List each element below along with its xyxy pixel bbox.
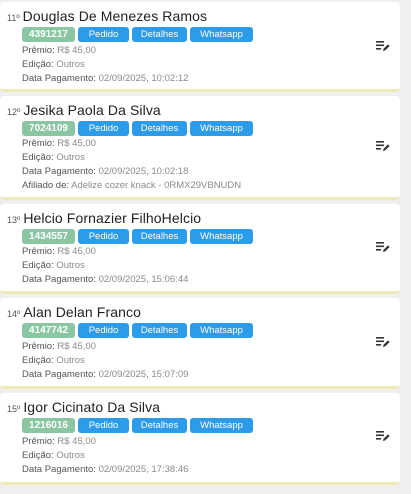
premio-line: Prêmio: R$ 45,00 [22, 137, 96, 151]
winner-name: Igor Cicinato Da Silva [23, 399, 161, 415]
premio-label: Prêmio: [22, 138, 55, 149]
pedido-button[interactable]: Pedido [78, 121, 129, 136]
premio-line: Prêmio: R$ 45,00 [22, 435, 96, 449]
ticket-code-badge: 4391217 [22, 27, 75, 42]
whatsapp-button[interactable]: Whatsapp [190, 323, 253, 338]
winner-card: 11º Douglas De Menezes Ramos 4391217 Ped… [0, 2, 400, 92]
edit-list-icon[interactable] [376, 430, 390, 442]
afiliado-label: Afiliado de: [22, 180, 70, 191]
ticket-code-badge: 7024109 [22, 121, 75, 136]
whatsapp-button[interactable]: Whatsapp [190, 121, 253, 136]
winner-name: Alan Delan Franco [23, 304, 141, 320]
premio-label: Prêmio: [22, 246, 55, 257]
data-pagamento-value: 02/09/2025, 10:02:12 [98, 73, 189, 84]
data-pagamento-value: 02/09/2025, 10:02:18 [98, 166, 189, 177]
edit-list-icon[interactable] [376, 336, 390, 348]
pedido-button[interactable]: Pedido [78, 418, 129, 433]
afiliado-line: Afiliado de: Adelize cozer knack - 0RMX2… [22, 179, 241, 193]
card-title: 14º Alan Delan Franco [7, 304, 141, 320]
data-pagamento-value: 02/09/2025, 17:38:46 [98, 464, 189, 475]
data-pagamento-line: Data Pagamento: 02/09/2025, 15:07:09 [22, 368, 188, 382]
edicao-value: Outros [56, 355, 85, 366]
data-pagamento-label: Data Pagamento: [22, 369, 96, 380]
winner-card: 13º Helcio Fornazier FilhoHelcio 1434557… [0, 204, 400, 294]
premio-value: R$ 45,00 [57, 138, 96, 149]
ticket-code-badge: 1216016 [22, 418, 75, 433]
card-title: 13º Helcio Fornazier FilhoHelcio [7, 210, 201, 226]
data-pagamento-label: Data Pagamento: [22, 73, 96, 84]
premio-label: Prêmio: [22, 45, 55, 56]
data-pagamento-label: Data Pagamento: [22, 274, 96, 285]
whatsapp-button[interactable]: Whatsapp [190, 418, 253, 433]
edit-list-icon[interactable] [376, 140, 390, 152]
ticket-code-badge: 1434557 [22, 229, 75, 244]
premio-line: Prêmio: R$ 45,00 [22, 44, 96, 58]
action-row: 1216016 Pedido Detalhes Whatsapp [22, 418, 253, 433]
winners-list: 11º Douglas De Menezes Ramos 4391217 Ped… [0, 0, 411, 494]
data-pagamento-value: 02/09/2025, 15:06:44 [98, 274, 189, 285]
detalhes-button[interactable]: Detalhes [132, 121, 187, 136]
edicao-value: Outros [56, 59, 85, 70]
edicao-label: Edição: [22, 152, 54, 163]
action-row: 7024109 Pedido Detalhes Whatsapp [22, 121, 253, 136]
whatsapp-button[interactable]: Whatsapp [190, 229, 253, 244]
detalhes-button[interactable]: Detalhes [132, 27, 187, 42]
winner-card: 14º Alan Delan Franco 4147742 Pedido Det… [0, 298, 400, 389]
action-row: 4147742 Pedido Detalhes Whatsapp [22, 323, 253, 338]
pedido-button[interactable]: Pedido [78, 27, 129, 42]
pedido-button[interactable]: Pedido [78, 229, 129, 244]
premio-line: Prêmio: R$ 45,00 [22, 340, 96, 354]
data-pagamento-line: Data Pagamento: 02/09/2025, 10:02:18 [22, 165, 188, 179]
detalhes-button[interactable]: Detalhes [132, 418, 187, 433]
action-row: 4391217 Pedido Detalhes Whatsapp [22, 27, 253, 42]
detalhes-button[interactable]: Detalhes [132, 229, 187, 244]
premio-value: R$ 45,00 [57, 45, 96, 56]
edicao-line: Edição: Outros [22, 58, 85, 72]
rank-number: 11º [7, 13, 20, 23]
card-title: 12º Jesika Paola Da Silva [7, 102, 161, 118]
data-pagamento-label: Data Pagamento: [22, 464, 96, 475]
premio-value: R$ 45,00 [57, 436, 96, 447]
edicao-line: Edição: Outros [22, 151, 85, 165]
edicao-value: Outros [56, 260, 85, 271]
premio-line: Prêmio: R$ 45,00 [22, 245, 96, 259]
winner-card: 15º Igor Cicinato Da Silva 1216016 Pedid… [0, 393, 400, 485]
card-title: 11º Douglas De Menezes Ramos [7, 8, 207, 24]
edicao-value: Outros [56, 152, 85, 163]
data-pagamento-line: Data Pagamento: 02/09/2025, 15:06:44 [22, 273, 188, 287]
edicao-line: Edição: Outros [22, 259, 85, 273]
whatsapp-button[interactable]: Whatsapp [190, 27, 253, 42]
edicao-line: Edição: Outros [22, 354, 85, 368]
edit-list-icon[interactable] [376, 40, 390, 52]
pedido-button[interactable]: Pedido [78, 323, 129, 338]
winner-card: 12º Jesika Paola Da Silva 7024109 Pedido… [0, 96, 400, 200]
data-pagamento-label: Data Pagamento: [22, 166, 96, 177]
rank-number: 13º [7, 215, 21, 225]
edicao-value: Outros [56, 450, 85, 461]
card-title: 15º Igor Cicinato Da Silva [7, 399, 160, 415]
rank-number: 14º [7, 309, 21, 319]
premio-value: R$ 45,00 [57, 246, 96, 257]
edicao-line: Edição: Outros [22, 449, 85, 463]
edicao-label: Edição: [22, 355, 54, 366]
premio-value: R$ 45,00 [57, 341, 96, 352]
ticket-code-badge: 4147742 [22, 323, 75, 338]
afiliado-value: Adelize cozer knack - 0RMX29VBNUDN [71, 180, 242, 191]
action-row: 1434557 Pedido Detalhes Whatsapp [22, 229, 253, 244]
edicao-label: Edição: [22, 260, 54, 271]
edit-list-icon[interactable] [376, 241, 390, 253]
rank-number: 12º [7, 107, 21, 117]
winner-name: Helcio Fornazier FilhoHelcio [23, 210, 202, 226]
rank-number: 15º [7, 404, 21, 414]
detalhes-button[interactable]: Detalhes [132, 323, 187, 338]
edicao-label: Edição: [22, 450, 54, 461]
data-pagamento-value: 02/09/2025, 15:07:09 [98, 369, 189, 380]
edicao-label: Edição: [22, 59, 54, 70]
premio-label: Prêmio: [22, 436, 55, 447]
data-pagamento-line: Data Pagamento: 02/09/2025, 10:02:12 [22, 72, 188, 86]
data-pagamento-line: Data Pagamento: 02/09/2025, 17:38:46 [22, 463, 188, 477]
premio-label: Prêmio: [22, 341, 55, 352]
winner-name: Douglas De Menezes Ramos [22, 8, 208, 24]
winner-name: Jesika Paola Da Silva [23, 102, 161, 118]
